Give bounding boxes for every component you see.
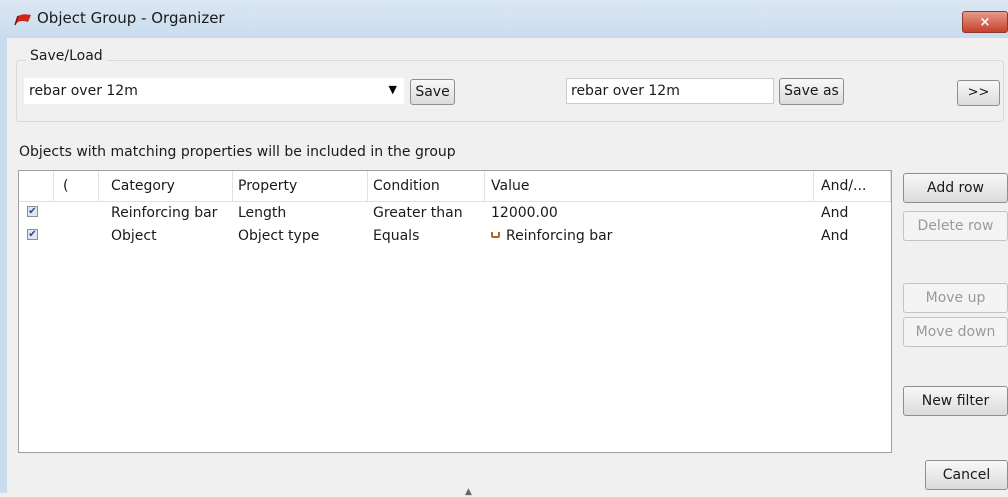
column-header-paren[interactable]: (: [63, 178, 68, 194]
table-row[interactable]: ✔ Reinforcing bar Length Greater than 12…: [19, 203, 891, 225]
row-condition[interactable]: Equals: [373, 228, 419, 244]
column-separator: [98, 171, 99, 201]
group-hint-text: Objects with matching properties will be…: [19, 144, 456, 160]
column-header-value[interactable]: Value: [491, 178, 529, 194]
filter-combo[interactable]: rebar over 12m ▼: [24, 78, 404, 104]
expand-button[interactable]: >>: [957, 80, 1000, 106]
column-separator: [232, 171, 233, 201]
row-category[interactable]: Object: [111, 228, 157, 244]
column-header-and-or[interactable]: And/...: [821, 178, 866, 194]
row-property[interactable]: Object type: [238, 228, 319, 244]
row-value-cell[interactable]: Reinforcing bar: [491, 228, 612, 244]
column-separator: [53, 171, 54, 201]
red-flag-icon: [14, 14, 31, 26]
grid-header: ( Category Property Condition Value And/…: [19, 171, 891, 202]
row-enabled-checkbox[interactable]: ✔: [27, 229, 38, 240]
resize-grip-icon: ▲: [465, 487, 472, 497]
row-value[interactable]: 12000.00: [491, 205, 558, 221]
column-separator: [367, 171, 368, 201]
save-as-button[interactable]: Save as: [779, 78, 844, 105]
column-separator: [813, 171, 814, 201]
save-button[interactable]: Save: [410, 79, 455, 105]
move-up-button[interactable]: Move up: [903, 283, 1008, 313]
move-down-button[interactable]: Move down: [903, 317, 1008, 347]
add-row-button[interactable]: Add row: [903, 173, 1008, 203]
column-header-category[interactable]: Category: [111, 178, 175, 194]
row-condition[interactable]: Greater than: [373, 205, 463, 221]
close-button[interactable]: ×: [962, 11, 1008, 33]
save-as-field[interactable]: rebar over 12m: [566, 78, 774, 104]
column-header-condition[interactable]: Condition: [373, 178, 440, 194]
column-separator: [890, 171, 891, 201]
filter-combo-value: rebar over 12m: [29, 83, 138, 99]
table-row[interactable]: ✔ Object Object type Equals Reinforcing …: [19, 226, 891, 248]
chevron-down-icon[interactable]: ▼: [389, 83, 397, 96]
delete-row-button[interactable]: Delete row: [903, 211, 1008, 241]
row-property[interactable]: Length: [238, 205, 286, 221]
row-enabled-checkbox[interactable]: ✔: [27, 206, 38, 217]
new-filter-button[interactable]: New filter: [903, 386, 1008, 416]
column-separator: [484, 171, 485, 201]
title-bar: Object Group - Organizer ×: [0, 0, 1008, 38]
filter-grid[interactable]: ( Category Property Condition Value And/…: [18, 170, 892, 453]
window-frame: [0, 38, 7, 493]
row-and-or[interactable]: And: [821, 228, 848, 244]
window-title: Object Group - Organizer: [37, 9, 225, 27]
row-and-or[interactable]: And: [821, 205, 848, 221]
row-value: Reinforcing bar: [506, 228, 613, 244]
rebar-icon: [491, 232, 500, 238]
save-load-label: Save/Load: [26, 48, 107, 64]
column-header-property[interactable]: Property: [238, 178, 297, 194]
cancel-button[interactable]: Cancel: [925, 460, 1008, 490]
save-as-value: rebar over 12m: [571, 83, 680, 99]
row-category[interactable]: Reinforcing bar: [111, 205, 217, 221]
